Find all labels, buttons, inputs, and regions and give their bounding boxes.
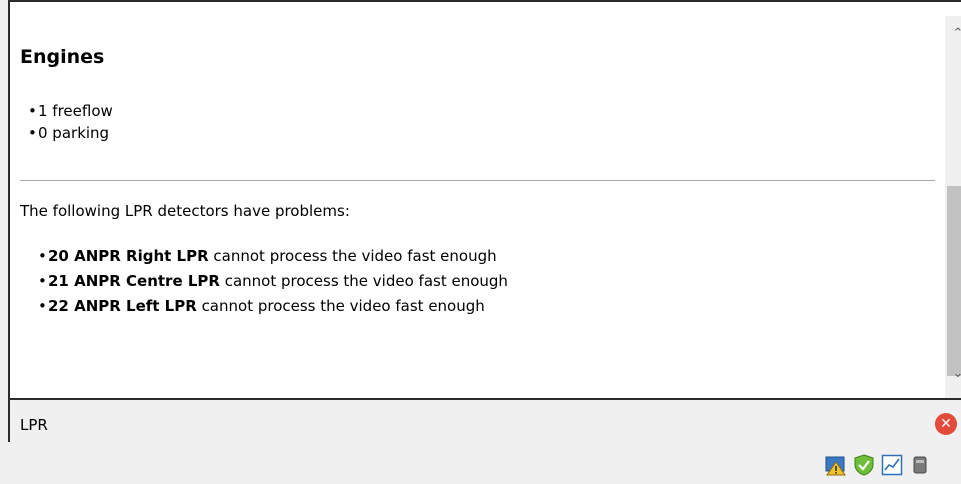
details-panel: Engines 1 freeflow 0 parking The followi… (8, 0, 961, 444)
list-item: 22 ANPR Left LPR cannot process the vide… (38, 294, 508, 319)
device-icon[interactable] (909, 454, 931, 476)
detector-name: 22 ANPR Left LPR (48, 297, 197, 315)
footer-bar: LPR ✕ (10, 400, 961, 444)
problem-message: cannot process the video fast enough (224, 272, 508, 290)
close-circle-icon[interactable]: ✕ (935, 413, 957, 435)
problem-message: cannot process the video fast enough (201, 297, 485, 315)
window: Engines 1 freeflow 0 parking The followi… (0, 0, 961, 484)
shield-check-icon[interactable] (853, 454, 875, 476)
list-item: 21 ANPR Centre LPR cannot process the vi… (38, 269, 508, 294)
list-item: 0 parking (28, 122, 113, 144)
scrollbar-thumb[interactable] (947, 186, 961, 376)
engines-heading: Engines (20, 46, 105, 68)
problems-intro: The following LPR detectors have problem… (20, 202, 350, 220)
problems-list: 20 ANPR Right LPR cannot process the vid… (38, 244, 508, 319)
tray-icons (825, 454, 961, 480)
engine-item-label: 1 freeflow (38, 102, 113, 120)
problem-message: cannot process the video fast enough (213, 247, 497, 265)
list-item: 20 ANPR Right LPR cannot process the vid… (38, 244, 508, 269)
chevron-up-icon[interactable]: ⌃ (945, 20, 961, 48)
vertical-scrollbar[interactable]: ⌃ ⌄ (945, 16, 961, 398)
footer-title: LPR (20, 416, 48, 434)
warning-monitor-icon[interactable] (825, 454, 847, 476)
engines-list: 1 freeflow 0 parking (28, 100, 113, 144)
detector-name: 20 ANPR Right LPR (48, 247, 209, 265)
details-content: Engines 1 freeflow 0 parking The followi… (10, 2, 935, 398)
engine-item-label: 0 parking (38, 124, 110, 142)
detector-name: 21 ANPR Centre LPR (48, 272, 220, 290)
list-item: 1 freeflow (28, 100, 113, 122)
chevron-down-icon[interactable]: ⌄ (945, 360, 961, 388)
section-divider (20, 180, 935, 181)
chart-icon[interactable] (881, 454, 903, 476)
